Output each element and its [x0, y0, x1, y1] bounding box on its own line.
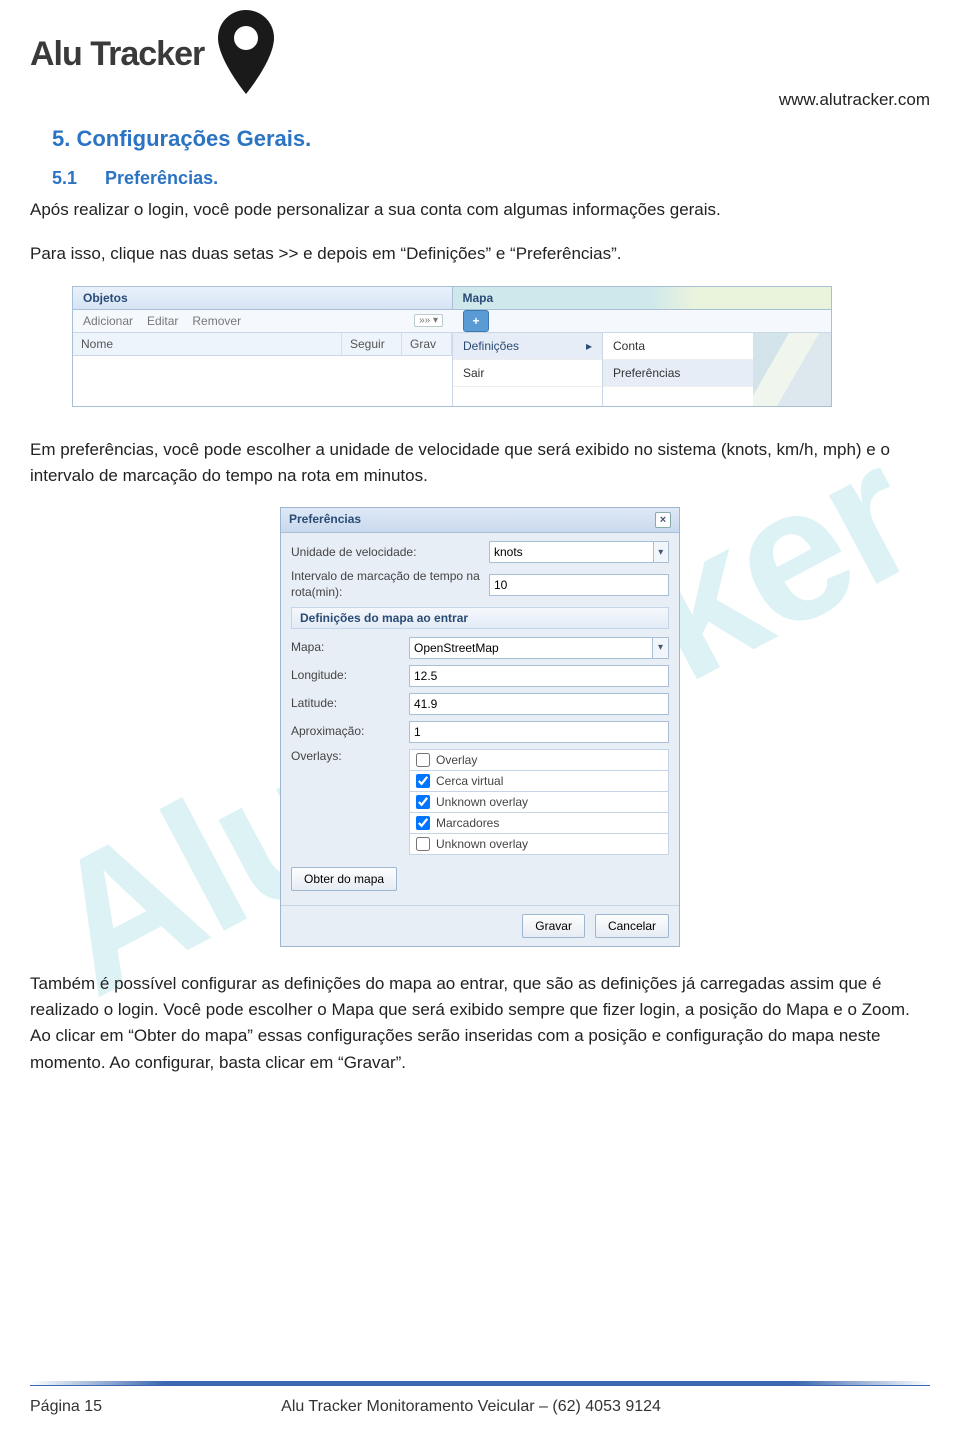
- toolbar-remover[interactable]: Remover: [192, 314, 241, 328]
- input-aproximacao[interactable]: [409, 721, 669, 743]
- chevron-down-icon[interactable]: ▾: [653, 541, 669, 563]
- tab-mapa-label: Mapa: [463, 291, 494, 305]
- label-aproximacao: Aproximação:: [291, 724, 401, 740]
- dialog-title: Preferências: [289, 512, 361, 528]
- footer-page: Página 15: [30, 1398, 102, 1416]
- col-seguir: Seguir: [342, 333, 402, 355]
- overlay-checkbox[interactable]: [416, 837, 430, 851]
- map-pin-icon: [214, 10, 278, 98]
- preferencias-dialog: Preferências × Unidade de velocidade: ▾ …: [280, 507, 680, 946]
- overlay-checkbox[interactable]: [416, 774, 430, 788]
- overlay-label: Overlay: [436, 753, 477, 767]
- col-nome: Nome: [73, 333, 342, 355]
- map-background: [753, 333, 831, 406]
- heading-title: Preferências.: [105, 168, 218, 188]
- paragraph-map-defs: Também é possível configurar as definiçõ…: [30, 971, 930, 1076]
- overlay-checkbox[interactable]: [416, 753, 430, 767]
- toolbar-adicionar[interactable]: Adicionar: [83, 314, 133, 328]
- objects-list-body: [73, 356, 452, 406]
- overlay-row[interactable]: Marcadores: [409, 813, 669, 834]
- brand-text: Alu Tracker: [30, 35, 204, 74]
- dropdown-menu: Definições ▸ Sair: [453, 333, 603, 406]
- submenu-item-preferencias[interactable]: Preferências: [603, 360, 753, 387]
- toolbar-editar[interactable]: Editar: [147, 314, 178, 328]
- menu-item-definicoes[interactable]: Definições ▸: [453, 333, 602, 360]
- chevron-down-icon[interactable]: ▾: [652, 637, 669, 659]
- chevron-right-icon: ▸: [586, 339, 592, 353]
- overlay-row[interactable]: Unknown overlay: [409, 834, 669, 855]
- tab-mapa[interactable]: Mapa: [453, 287, 832, 310]
- overlay-checkbox[interactable]: [416, 816, 430, 830]
- logo: Alu Tracker: [30, 10, 278, 98]
- label-longitude: Longitude:: [291, 668, 401, 684]
- input-mapa[interactable]: [409, 637, 652, 659]
- paragraph-intro-2: Para isso, clique nas duas setas >> e de…: [30, 241, 930, 267]
- cancelar-button[interactable]: Cancelar: [595, 914, 669, 938]
- paragraph-intro-1: Após realizar o login, você pode persona…: [30, 197, 930, 223]
- tab-objetos[interactable]: Objetos: [73, 287, 453, 310]
- col-grav: Grav: [402, 333, 452, 355]
- input-latitude[interactable]: [409, 693, 669, 715]
- submenu: Conta Preferências: [603, 333, 753, 406]
- label-intervalo: Intervalo de marcação de tempo na rota(m…: [291, 569, 481, 600]
- gravar-button[interactable]: Gravar: [522, 914, 585, 938]
- overlay-label: Cerca virtual: [436, 774, 503, 788]
- input-unidade[interactable]: [489, 541, 653, 563]
- heading-number: 5.1: [52, 168, 100, 189]
- label-mapa: Mapa:: [291, 640, 401, 656]
- overlay-label: Unknown overlay: [436, 795, 528, 809]
- section-map-defs: Definições do mapa ao entrar: [291, 607, 669, 629]
- input-longitude[interactable]: [409, 665, 669, 687]
- menu-item-label: Definições: [463, 339, 519, 353]
- overlay-row[interactable]: Overlay: [409, 749, 669, 771]
- heading-config-gerais: 5. Configurações Gerais.: [52, 126, 930, 152]
- label-overlays: Overlays:: [291, 749, 401, 765]
- site-url: www.alutracker.com: [779, 90, 930, 110]
- footer-rule: [30, 1381, 930, 1386]
- overlay-row[interactable]: Unknown overlay: [409, 792, 669, 813]
- overlay-checkbox[interactable]: [416, 795, 430, 809]
- footer-center: Alu Tracker Monitoramento Veicular – (62…: [102, 1398, 840, 1416]
- label-latitude: Latitude:: [291, 696, 401, 712]
- obter-do-mapa-button[interactable]: Obter do mapa: [291, 867, 397, 891]
- heading-preferencias: 5.1 Preferências.: [52, 168, 930, 189]
- overlay-list: Overlay Cerca virtual Unknown overlay Marca…: [409, 749, 669, 855]
- label-unidade: Unidade de velocidade:: [291, 545, 481, 561]
- overlay-label: Marcadores: [436, 816, 499, 830]
- input-intervalo[interactable]: [489, 574, 669, 596]
- close-icon[interactable]: ×: [655, 512, 671, 528]
- submenu-item-conta[interactable]: Conta: [603, 333, 753, 360]
- menu-item-sair[interactable]: Sair: [453, 360, 602, 387]
- screenshot-menu: Objetos Mapa Adicionar Editar Remover »»…: [72, 286, 832, 407]
- toolbar-expand-button[interactable]: »» ▾: [414, 314, 443, 327]
- overlay-row[interactable]: Cerca virtual: [409, 771, 669, 792]
- overlay-label: Unknown overlay: [436, 837, 528, 851]
- paragraph-pref-desc: Em preferências, você pode escolher a un…: [30, 437, 930, 490]
- map-add-button[interactable]: +: [463, 310, 489, 332]
